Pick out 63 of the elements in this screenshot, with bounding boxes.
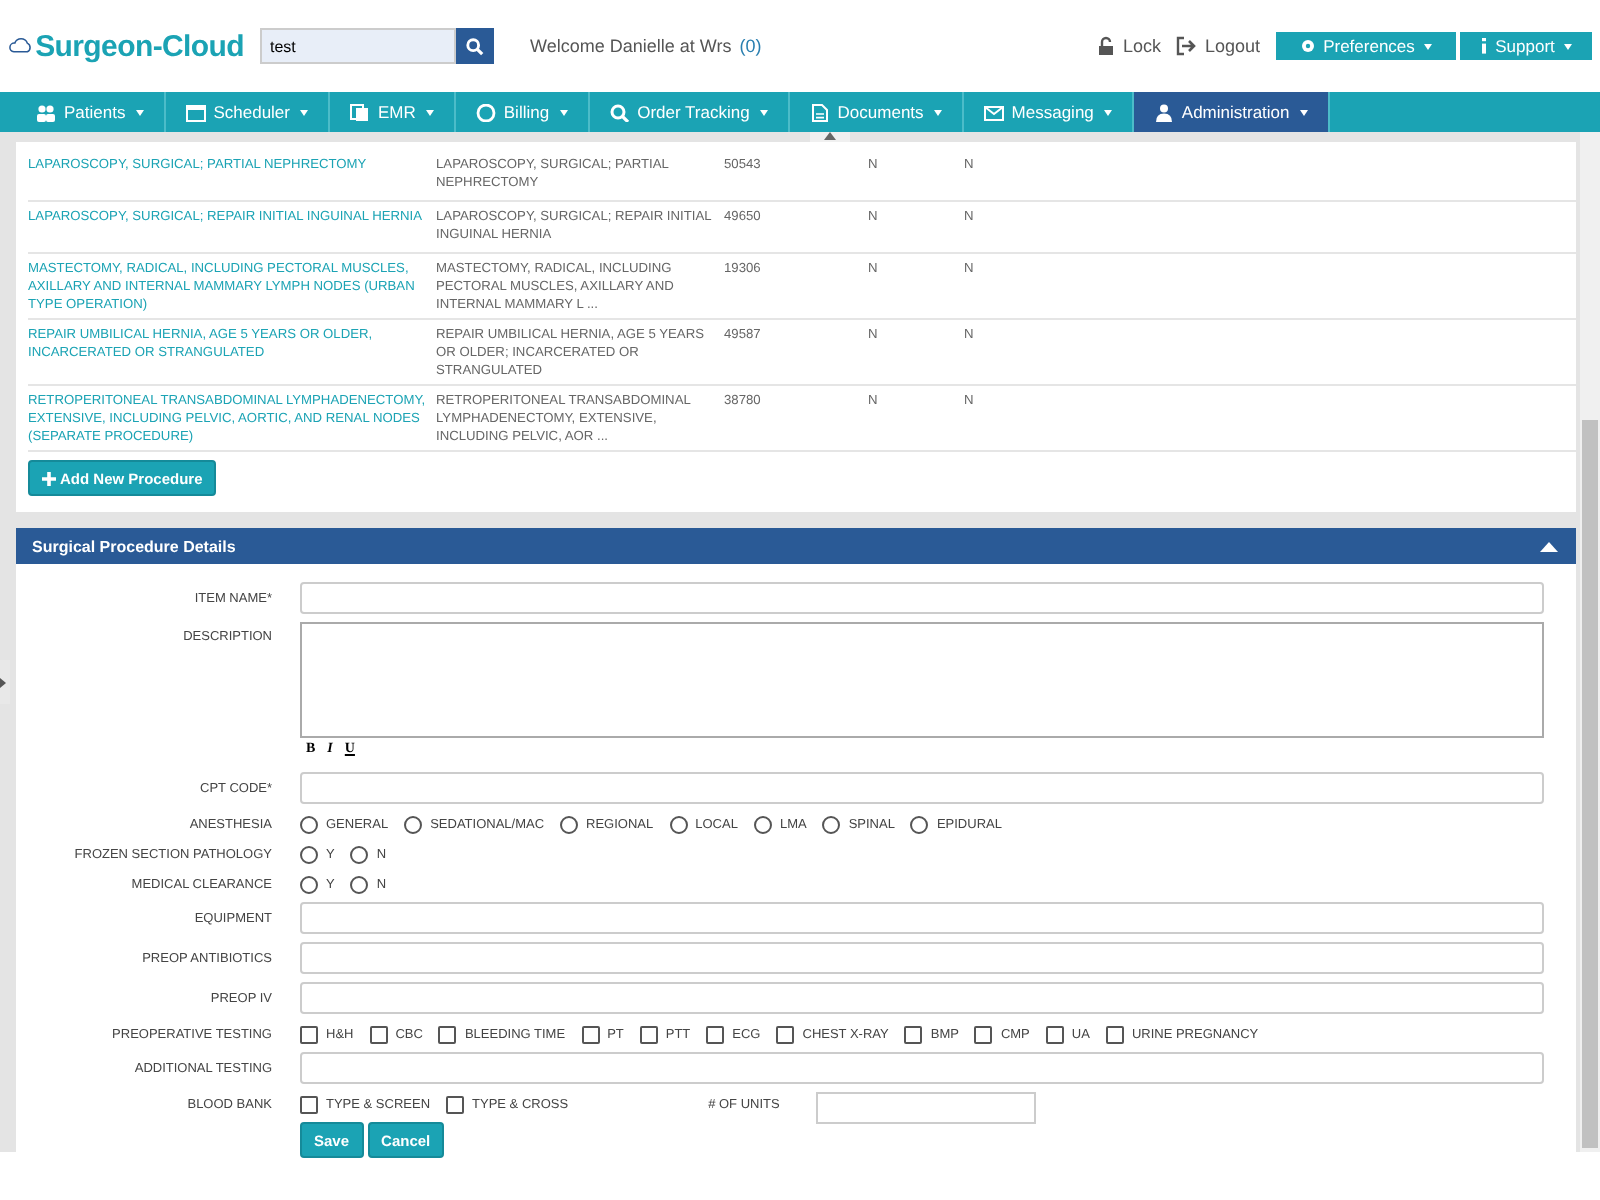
radio-button[interactable] bbox=[350, 845, 369, 863]
radio-button[interactable] bbox=[404, 815, 423, 833]
checkbox[interactable] bbox=[1045, 1025, 1064, 1043]
plus-icon bbox=[42, 471, 56, 485]
logo-text: Surgeon-Cloud bbox=[35, 29, 244, 63]
calendar-icon bbox=[185, 103, 206, 121]
people-icon bbox=[36, 103, 56, 121]
nav-tab[interactable]: Administration bbox=[1133, 92, 1330, 132]
text-field[interactable] bbox=[300, 902, 1544, 934]
radio-button[interactable] bbox=[753, 815, 772, 833]
caret-right-icon bbox=[0, 677, 6, 687]
search-icon bbox=[609, 103, 630, 121]
radio-button[interactable] bbox=[560, 815, 579, 833]
welcome-text: Welcome Danielle at Wrs bbox=[530, 36, 732, 56]
radio-button[interactable] bbox=[669, 815, 688, 833]
copy-icon bbox=[350, 103, 370, 121]
checkbox[interactable] bbox=[639, 1025, 658, 1043]
radio-button[interactable] bbox=[350, 875, 369, 893]
text-field[interactable] bbox=[300, 1052, 1544, 1084]
checkbox[interactable] bbox=[300, 1095, 318, 1113]
scrollbar-thumb[interactable] bbox=[1582, 420, 1598, 1148]
search-icon bbox=[466, 37, 484, 55]
checkbox[interactable] bbox=[438, 1025, 457, 1043]
person-icon bbox=[1153, 103, 1174, 121]
sidebar-toggle[interactable] bbox=[0, 660, 10, 704]
checkbox[interactable] bbox=[300, 1025, 318, 1043]
collapse-handle[interactable] bbox=[810, 132, 850, 142]
sign-out-icon bbox=[1176, 36, 1197, 56]
text-field[interactable] bbox=[300, 582, 1544, 614]
description-field[interactable] bbox=[300, 622, 1544, 738]
document-icon bbox=[809, 103, 830, 121]
search-button[interactable] bbox=[456, 28, 494, 64]
coin-icon bbox=[475, 103, 496, 121]
lock-icon bbox=[1098, 36, 1115, 56]
radio-button[interactable] bbox=[300, 815, 318, 833]
text-field[interactable] bbox=[300, 942, 1544, 974]
text-field[interactable] bbox=[300, 772, 1544, 804]
envelope-icon bbox=[983, 103, 1004, 121]
preferences-button[interactable]: Preferences bbox=[1276, 32, 1456, 60]
collapse-icon[interactable] bbox=[1540, 541, 1558, 551]
scrollbar[interactable] bbox=[1580, 132, 1600, 1152]
checkbox[interactable] bbox=[974, 1025, 993, 1043]
search-field[interactable]: test bbox=[260, 28, 456, 64]
checkbox[interactable] bbox=[369, 1025, 388, 1043]
text-field[interactable] bbox=[300, 982, 1544, 1014]
radio-button[interactable] bbox=[300, 875, 318, 893]
checkbox[interactable] bbox=[706, 1025, 725, 1043]
checkbox[interactable] bbox=[776, 1025, 795, 1043]
checkbox[interactable] bbox=[581, 1025, 600, 1043]
message-count-link[interactable]: (0) bbox=[739, 36, 762, 56]
radio-button[interactable] bbox=[300, 845, 318, 863]
checkbox[interactable] bbox=[446, 1095, 465, 1113]
units-field[interactable] bbox=[815, 1092, 1036, 1124]
radio-button[interactable] bbox=[822, 815, 841, 833]
support-button[interactable]: Support bbox=[1460, 32, 1592, 60]
gear-icon bbox=[1299, 38, 1316, 54]
lock-link[interactable]: Lock bbox=[1122, 36, 1161, 56]
logout-link[interactable]: Logout bbox=[1204, 36, 1260, 56]
checkbox[interactable] bbox=[904, 1025, 923, 1043]
radio-button[interactable] bbox=[910, 815, 929, 833]
checkbox[interactable] bbox=[1105, 1025, 1124, 1043]
info-icon bbox=[1479, 38, 1488, 54]
panel-title: Surgical Procedure Details bbox=[32, 537, 236, 555]
